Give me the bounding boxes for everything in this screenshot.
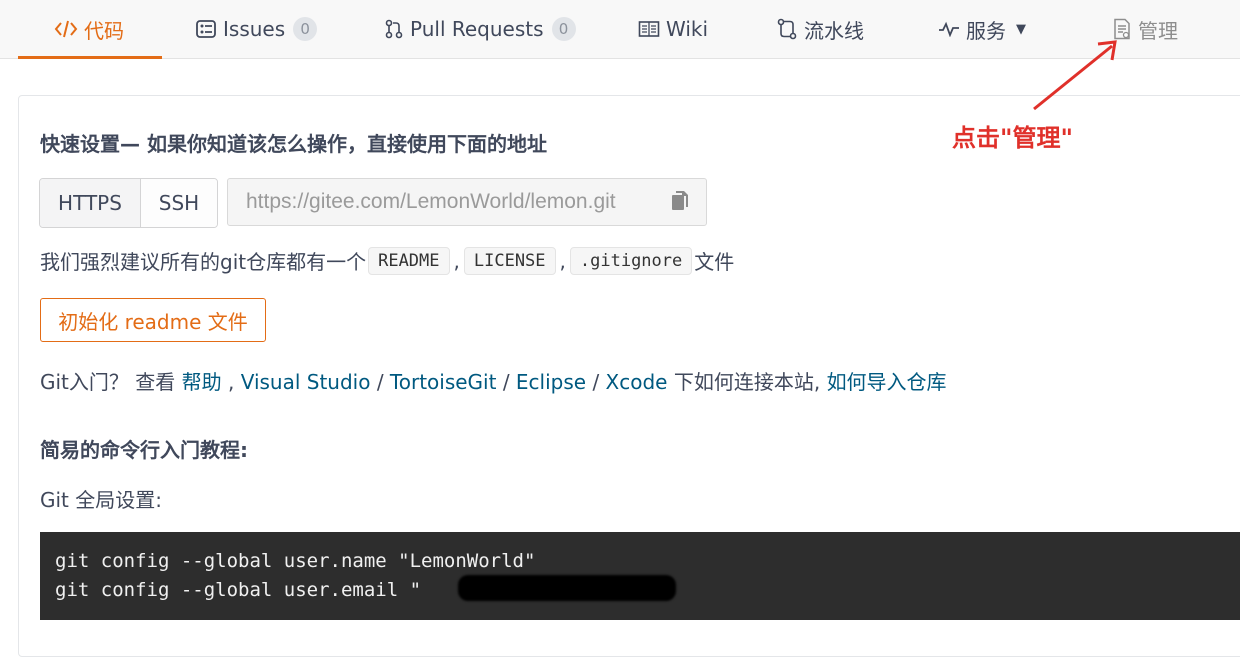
- import-repo-link[interactable]: 如何导入仓库: [827, 370, 947, 394]
- book-icon: [638, 20, 660, 38]
- tab-pipeline-label: 流水线: [804, 18, 864, 43]
- issues-icon: [195, 19, 217, 39]
- pulse-icon: [938, 21, 960, 37]
- help-link[interactable]: 帮助: [182, 370, 222, 394]
- tortoisegit-link[interactable]: TortoiseGit: [390, 370, 497, 394]
- clone-url-box: [227, 178, 707, 226]
- quick-setup-title: 快速设置— 如果你知道该怎么操作，直接使用下面的地址: [40, 132, 547, 156]
- separator: ,: [453, 248, 460, 273]
- git-help-line: Git入门？ 查看 帮助 , Visual Studio / TortoiseG…: [40, 370, 947, 394]
- tab-pull-requests[interactable]: Pull Requests 0: [384, 0, 576, 58]
- eclipse-link[interactable]: Eclipse: [516, 370, 586, 394]
- help-prefix: Git入门？ 查看: [40, 370, 182, 394]
- init-readme-button[interactable]: 初始化 readme 文件: [40, 298, 266, 342]
- visual-studio-link[interactable]: Visual Studio: [241, 370, 371, 394]
- code-block: git config --global user.name "LemonWorl…: [40, 532, 1240, 620]
- https-button[interactable]: HTTPS: [40, 179, 141, 227]
- clone-protocol-toggle: HTTPS SSH: [39, 178, 218, 228]
- tab-code-label: 代码: [84, 18, 124, 43]
- gitignore-tag: .gitignore: [569, 246, 693, 275]
- code-line: git config --global user.email ": [55, 579, 422, 601]
- tutorial-title: 简易的命令行入门教程:: [40, 438, 248, 462]
- code-line: git config --global user.name "LemonWorl…: [55, 550, 536, 572]
- tab-services-label: 服务: [966, 18, 1006, 43]
- recommend-prefix: 我们强烈建议所有的git仓库都有一个: [40, 250, 367, 274]
- license-tag: LICENSE: [463, 246, 556, 275]
- annotation-text: 点击"管理": [952, 124, 1074, 152]
- tab-services[interactable]: 服务 ▼: [938, 0, 1026, 58]
- pipeline-icon: [776, 18, 798, 40]
- recommend-suffix: 文件: [694, 250, 735, 274]
- tab-wiki-label: Wiki: [666, 17, 709, 41]
- global-settings-label: Git 全局设置:: [40, 488, 162, 512]
- tab-issues-label: Issues: [223, 17, 286, 41]
- pull-request-icon: [384, 19, 404, 39]
- tab-code[interactable]: 代码: [18, 0, 162, 59]
- code-icon: [54, 19, 78, 39]
- ssh-button[interactable]: SSH: [141, 179, 217, 227]
- issues-count-badge: 0: [293, 17, 318, 41]
- tab-issues[interactable]: Issues 0: [195, 0, 318, 58]
- recommend-text: 我们强烈建议所有的git仓库都有一个 README , LICENSE , .g…: [40, 246, 734, 275]
- tab-manage-label: 管理: [1138, 18, 1178, 43]
- pull-requests-count-badge: 0: [551, 17, 576, 41]
- tab-pipeline[interactable]: 流水线: [776, 0, 864, 58]
- help-middle: 下如何连接本站,: [667, 370, 827, 394]
- tab-pull-requests-label: Pull Requests: [410, 17, 544, 41]
- annotation-arrow: [1033, 40, 1117, 111]
- copy-icon[interactable]: [670, 189, 690, 217]
- xcode-link[interactable]: Xcode: [606, 370, 668, 394]
- tab-wiki[interactable]: Wiki: [638, 0, 708, 58]
- readme-tag: README: [368, 246, 450, 275]
- separator: ,: [559, 248, 566, 273]
- clone-url-input[interactable]: [244, 189, 668, 215]
- redaction-mark: [458, 575, 676, 601]
